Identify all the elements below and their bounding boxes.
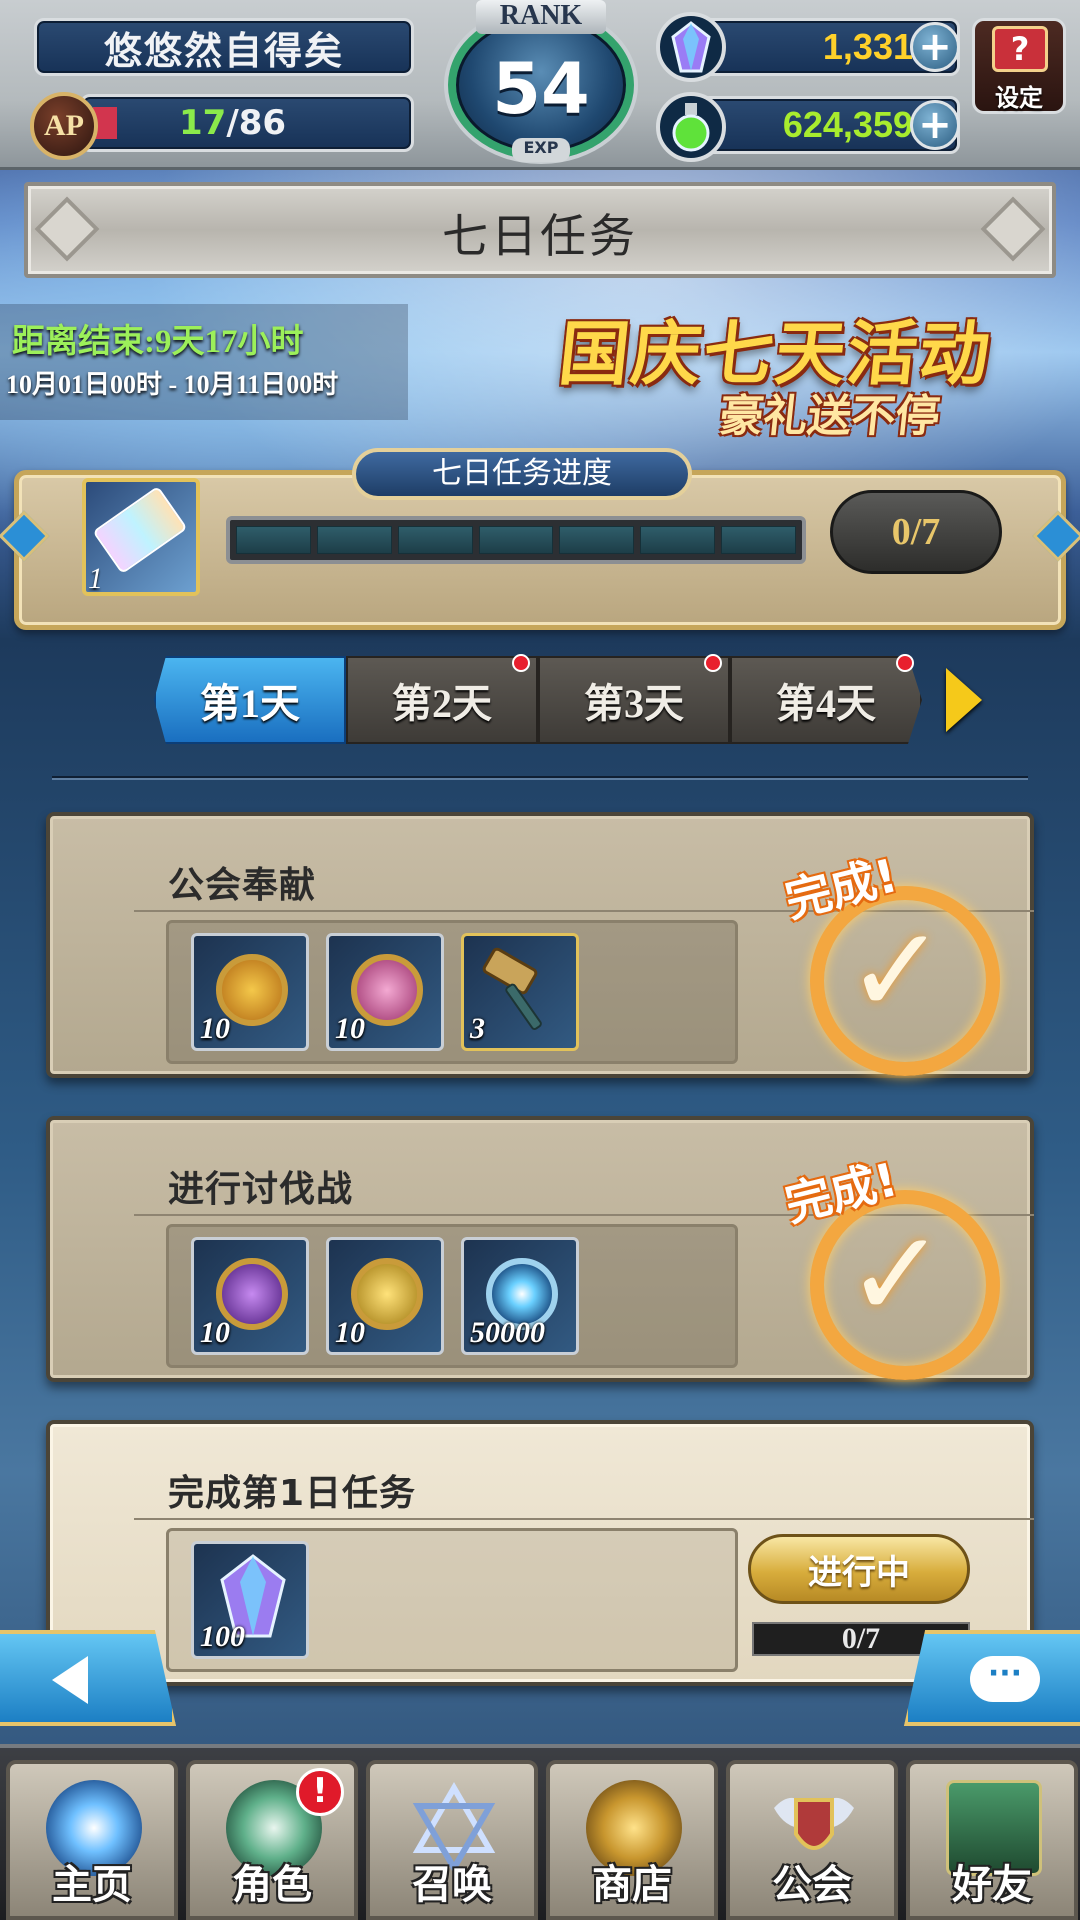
nav-summon[interactable]: 召唤 — [366, 1760, 538, 1920]
hammer-icon — [482, 947, 542, 1030]
ap-icon: AP — [30, 92, 98, 160]
nav-shop[interactable]: 商店 — [546, 1760, 718, 1920]
reward-item[interactable]: 10 — [191, 933, 309, 1051]
crystal-icon — [656, 12, 726, 82]
reward-item[interactable]: 10 — [326, 1237, 444, 1355]
nav-guild[interactable]: 公会 — [726, 1760, 898, 1920]
back-arrow-icon — [52, 1656, 88, 1704]
tab-day-4[interactable]: 第4天 — [730, 656, 922, 744]
reward-item[interactable]: 100 — [191, 1541, 309, 1659]
progress-segment — [559, 526, 635, 554]
nav-label: 召唤 — [412, 1862, 492, 1908]
nav-label: 公会 — [772, 1862, 852, 1908]
task-title: 公会奉献 — [168, 865, 317, 906]
progress-header: 七日任务进度 — [352, 448, 692, 500]
reward-quantity: 10 — [335, 1316, 365, 1349]
progress-segment — [397, 526, 473, 554]
reward-quantity: 10 — [335, 1012, 365, 1045]
event-date-range: 10月01日00时 - 10月11日00时 — [6, 370, 339, 399]
divider — [52, 776, 1028, 780]
progress-segment — [316, 526, 392, 554]
tab-day-2[interactable]: 第2天 — [346, 656, 538, 744]
settings-book-icon: ? — [992, 26, 1048, 72]
player-name: 悠悠然自得矣 — [34, 18, 414, 76]
reward-tray: 10 10 50000 — [166, 1224, 738, 1368]
divider — [134, 1518, 1034, 1520]
notification-dot — [896, 654, 914, 672]
task-card: 进行讨伐战 10 10 50000 ✓ 完成! — [46, 1116, 1034, 1382]
nav-label: 好友 — [952, 1862, 1032, 1908]
progress-segment — [640, 526, 716, 554]
tab-day-1[interactable]: 第1天 — [154, 656, 346, 744]
reward-tray: 100 — [166, 1528, 738, 1672]
progress-segment — [721, 526, 797, 554]
progress-segment — [236, 526, 311, 554]
reward-quantity: 50000 — [470, 1316, 545, 1349]
nav-label: 角色 — [232, 1862, 312, 1908]
task-title: 完成第1日任务 — [168, 1473, 417, 1514]
ticket-count: 1 — [88, 562, 103, 595]
reward-quantity: 3 — [470, 1012, 485, 1045]
reward-quantity: 10 — [200, 1316, 230, 1349]
check-icon: ✓ — [846, 1206, 947, 1345]
task-title: 进行讨伐战 — [168, 1169, 354, 1210]
reward-tray: 10 10 3 — [166, 920, 738, 1064]
event-countdown: 距离结束:9天17小时 — [12, 324, 304, 360]
reward-item[interactable]: 3 — [461, 933, 579, 1051]
ap-meter: 17/86 — [80, 94, 414, 152]
reward-quantity: 10 — [200, 1012, 230, 1045]
event-subtitle: 豪礼送不停 — [716, 391, 943, 442]
tab-day-3[interactable]: 第3天 — [538, 656, 730, 744]
check-icon: ✓ — [846, 902, 947, 1041]
reward-item[interactable]: 50000 — [461, 1237, 579, 1355]
nav-label: 主页 — [52, 1862, 132, 1908]
nav-label: 商店 — [592, 1862, 672, 1908]
rank-value: 54 — [492, 48, 590, 130]
ap-max: 86 — [238, 103, 287, 143]
rank-label: RANK — [476, 0, 606, 34]
chat-bubble-icon: ··· — [970, 1656, 1040, 1702]
progress-bar — [226, 516, 806, 564]
settings-label: 设定 — [995, 84, 1043, 112]
reward-item[interactable]: 10 — [326, 933, 444, 1051]
reward-item[interactable]: 10 — [191, 1237, 309, 1355]
potion-icon — [656, 92, 726, 162]
notification-dot — [704, 654, 722, 672]
notification-dot — [512, 654, 530, 672]
ap-current: 17 — [179, 103, 227, 143]
nav-home[interactable]: 主页 — [6, 1760, 178, 1920]
nav-friends[interactable]: 好友 — [906, 1760, 1078, 1920]
next-tabs-arrow-icon[interactable] — [946, 668, 982, 732]
add-gold-button[interactable]: + — [910, 100, 960, 150]
page-title: 七日任务 — [442, 209, 638, 263]
progress-segment — [478, 526, 554, 554]
back-button[interactable] — [0, 1630, 176, 1726]
ap-separator: / — [226, 103, 239, 143]
progress-count: 0/7 — [830, 490, 1002, 574]
exp-label: EXP — [512, 138, 570, 162]
task-card: 公会奉献 10 10 3 ✓ 完成! — [46, 812, 1034, 1078]
add-gems-button[interactable]: + — [910, 22, 960, 72]
in-progress-button[interactable]: 进行中 — [748, 1534, 970, 1604]
alert-badge-icon: ! — [296, 1768, 344, 1816]
reward-quantity: 100 — [200, 1620, 245, 1653]
